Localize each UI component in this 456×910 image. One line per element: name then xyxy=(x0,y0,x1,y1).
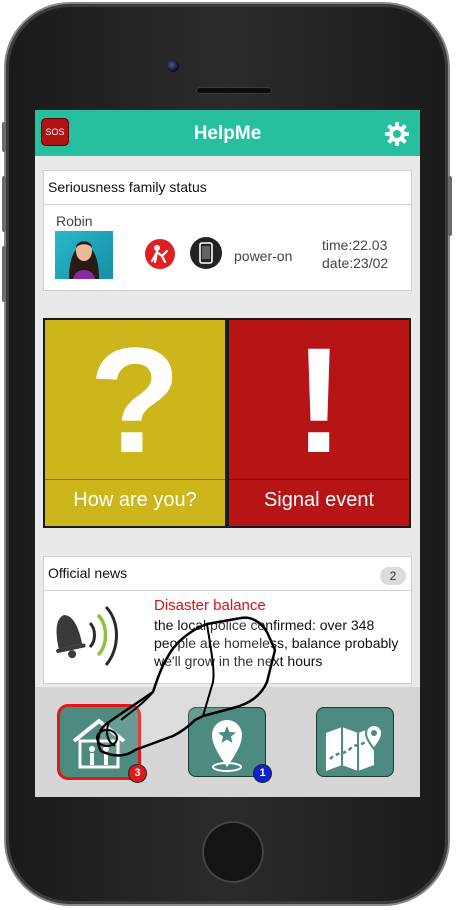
top-bar: SOS HelpMe xyxy=(35,110,420,156)
nav-map-button[interactable] xyxy=(316,707,394,777)
bell-sound-icon xyxy=(56,605,118,666)
status-time: time:22.03 xyxy=(322,237,388,253)
member-name: Robin xyxy=(56,213,93,229)
status-date: date:23/02 xyxy=(322,255,389,271)
bottom-nav: 3 1 xyxy=(35,687,420,797)
nav-badge: 1 xyxy=(254,765,271,782)
signal-event-tile[interactable]: ! Signal event xyxy=(227,318,411,528)
official-news-header: Official news xyxy=(44,557,411,591)
home-family-icon xyxy=(72,718,126,769)
fall-alert-icon xyxy=(145,239,175,269)
nav-places-button[interactable]: 1 xyxy=(188,707,271,782)
signal-event-label: Signal event xyxy=(263,489,375,511)
volume-up-button xyxy=(2,176,6,232)
front-camera xyxy=(167,60,179,72)
official-news-card[interactable]: Official news 2 Disaster balance the loc… xyxy=(43,556,412,684)
how-are-you-label: How are you? xyxy=(73,489,197,511)
family-status-header: Seriousness family status xyxy=(44,171,411,205)
map-route-icon xyxy=(326,724,384,771)
news-count-badge: 2 xyxy=(380,567,406,585)
power-button xyxy=(448,176,452,236)
question-mark-icon: ? xyxy=(89,316,181,484)
tile-divider xyxy=(229,479,409,480)
mute-switch xyxy=(2,122,6,152)
map-pin-star-icon xyxy=(212,720,242,772)
family-status-card: Seriousness family status Robin power-on… xyxy=(43,170,412,291)
news-body: the local police confirmed: over 348 peo… xyxy=(154,617,399,669)
nav-home-button[interactable]: 3 xyxy=(60,707,146,782)
avatar[interactable] xyxy=(55,231,113,279)
nav-badge: 3 xyxy=(129,765,146,782)
phone-icon xyxy=(190,237,222,269)
app-screen: SOS HelpMe Seriousness family status Rob… xyxy=(35,110,420,797)
tile-divider xyxy=(45,479,225,480)
earpiece-speaker xyxy=(196,87,272,94)
how-are-you-tile[interactable]: ? How are you? xyxy=(43,318,227,528)
power-status: power-on xyxy=(234,248,293,264)
app-title: HelpMe xyxy=(193,123,262,144)
news-title: Disaster balance xyxy=(154,597,266,614)
gear-icon[interactable] xyxy=(385,122,409,146)
volume-down-button xyxy=(2,246,6,302)
home-button[interactable] xyxy=(202,821,264,883)
exclamation-mark-icon: ! xyxy=(294,316,344,484)
